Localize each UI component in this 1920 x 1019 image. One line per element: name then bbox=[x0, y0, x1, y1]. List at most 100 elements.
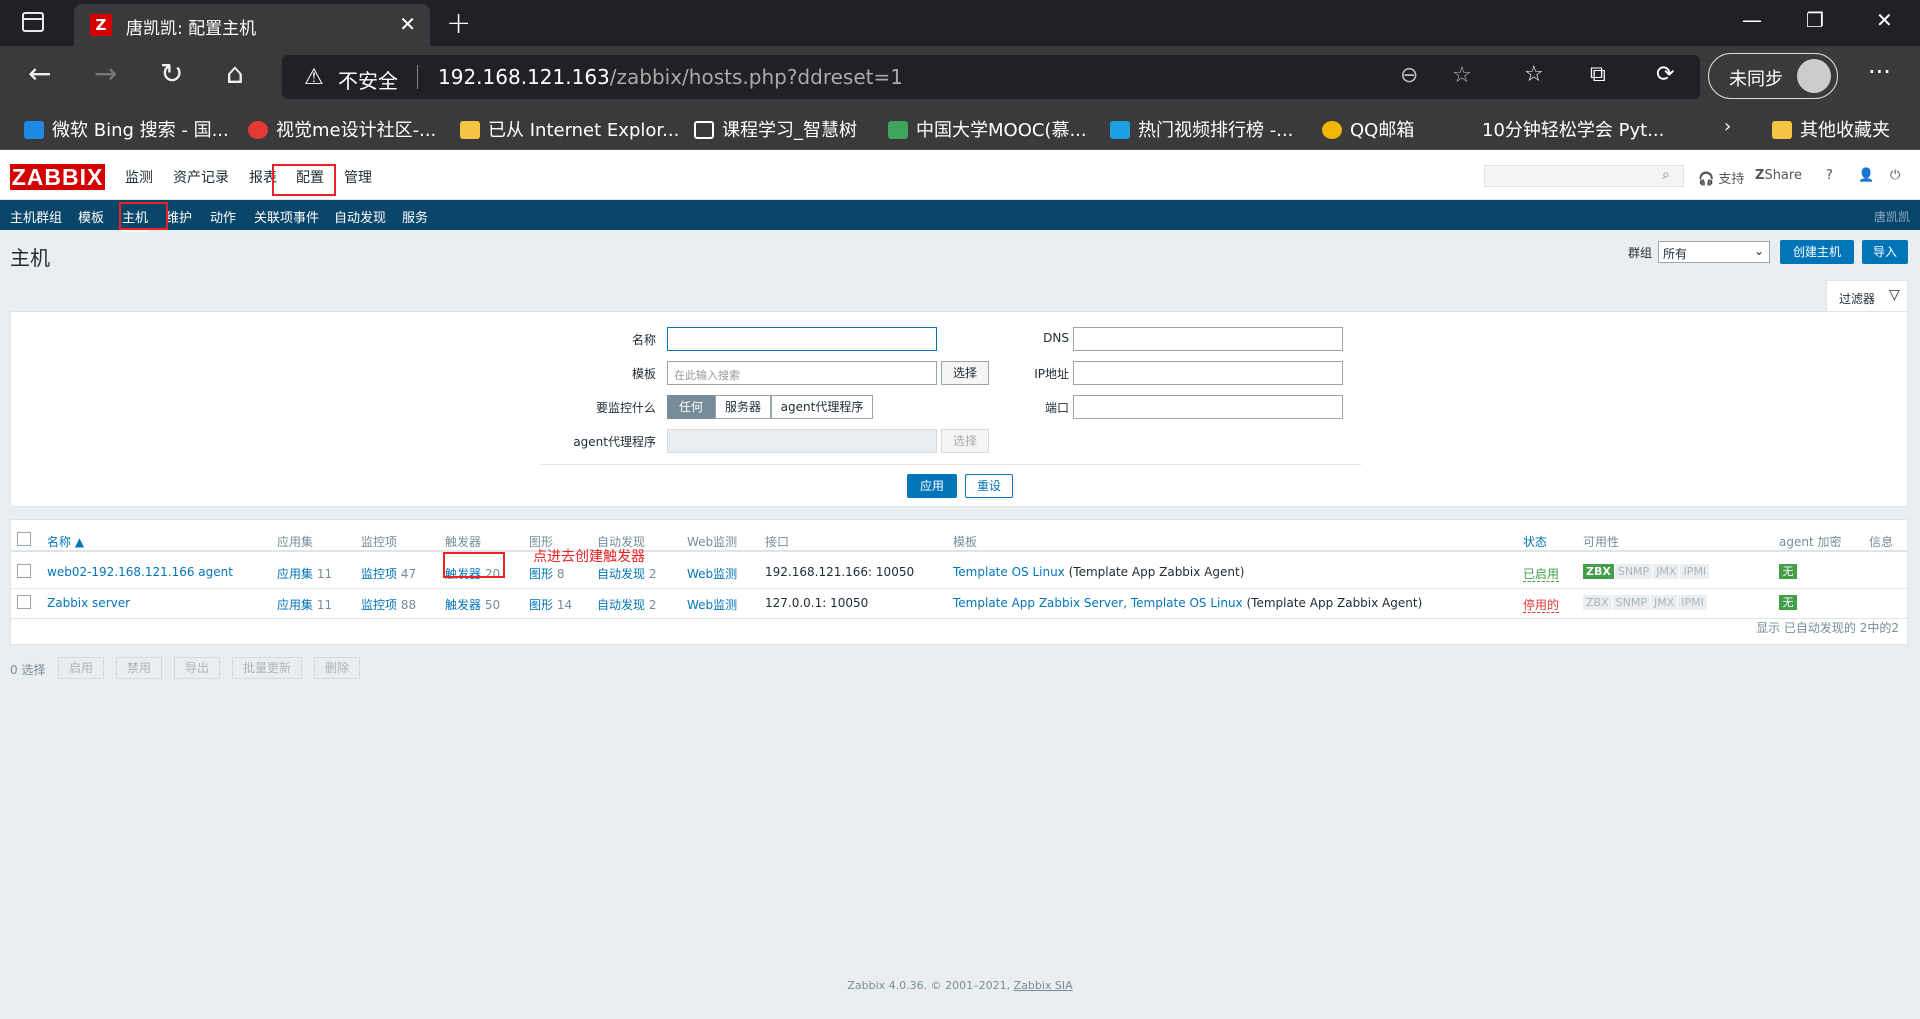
minimize-icon[interactable]: — bbox=[1742, 8, 1762, 32]
bookmark-item[interactable]: 已从 Internet Explor... bbox=[460, 116, 679, 142]
filter-name-label: 名称 bbox=[631, 333, 656, 347]
zabbix-logo[interactable]: ZABBIX bbox=[10, 164, 105, 190]
row-checkbox[interactable] bbox=[17, 595, 31, 609]
discovery-link[interactable]: 自动发现 bbox=[597, 598, 645, 612]
col-items: 监控项 bbox=[361, 535, 398, 549]
discovery-count: 2 bbox=[648, 567, 657, 581]
submenu-templates[interactable]: 模板 bbox=[78, 207, 104, 226]
bookmark-item[interactable]: 10分钟轻松学会 Pyt... bbox=[1482, 116, 1664, 142]
bookmark-item[interactable]: 中国大学MOOC(慕... bbox=[888, 116, 1087, 142]
tab-actions-icon[interactable] bbox=[22, 12, 44, 32]
monitored-by-proxy[interactable]: agent代理程序 bbox=[771, 395, 873, 419]
refresh-icon[interactable]: ↻ bbox=[160, 60, 183, 88]
home-icon[interactable]: ⌂ bbox=[226, 60, 244, 88]
help-link[interactable]: ? bbox=[1826, 168, 1833, 183]
close-window-icon[interactable]: ✕ bbox=[1876, 8, 1893, 32]
col-applications: 应用集 bbox=[277, 535, 314, 549]
menu-inventory[interactable]: 资产记录 bbox=[173, 167, 229, 187]
restore-icon[interactable]: ❐ bbox=[1806, 8, 1824, 32]
warning-icon[interactable]: ⚠ bbox=[304, 65, 324, 90]
new-tab-icon[interactable]: + bbox=[446, 6, 471, 41]
template-link[interactable]: Template App Zabbix Server, Template OS … bbox=[953, 596, 1243, 610]
select-all-checkbox[interactable] bbox=[17, 532, 31, 546]
template-link[interactable]: Template OS Linux bbox=[953, 565, 1065, 579]
close-tab-icon[interactable]: ✕ bbox=[399, 12, 416, 36]
menu-administration[interactable]: 管理 bbox=[344, 167, 372, 187]
submenu-correlation[interactable]: 关联项事件 bbox=[254, 207, 319, 226]
dns-label: DNS bbox=[1043, 331, 1069, 345]
add-favorite-icon[interactable]: ☆ bbox=[1452, 63, 1472, 88]
host-name-link[interactable]: web02-192.168.121.166 agent bbox=[47, 565, 233, 579]
more-icon[interactable]: ··· bbox=[1868, 58, 1891, 86]
zoom-icon[interactable]: ⊖ bbox=[1400, 63, 1418, 88]
availability-badges: ZBX SNMP JMX IPMI bbox=[1583, 595, 1708, 610]
port-input[interactable] bbox=[1073, 395, 1343, 419]
proxy-label: agent代理程序 bbox=[573, 435, 656, 449]
row-checkbox[interactable] bbox=[17, 564, 31, 578]
profile-sync-button[interactable]: 未同步 bbox=[1708, 53, 1838, 99]
extensions-icon[interactable]: ⟳ bbox=[1656, 62, 1674, 87]
filter-template-input[interactable]: 在此输入搜索 bbox=[667, 361, 937, 385]
bookmark-item[interactable]: 热门视频排行榜 -... bbox=[1110, 116, 1293, 142]
submenu-discovery[interactable]: 自动发现 bbox=[334, 207, 386, 226]
menu-monitoring[interactable]: 监测 bbox=[125, 167, 153, 187]
applications-link[interactable]: 应用集 bbox=[277, 567, 313, 581]
address-bar[interactable]: ⚠ 不安全 192.168.121.163/zabbix/hosts.php?d… bbox=[282, 55, 1700, 99]
web-link[interactable]: Web监测 bbox=[687, 565, 737, 582]
items-count: 88 bbox=[400, 598, 417, 612]
user-profile-icon[interactable]: 👤 bbox=[1858, 168, 1874, 183]
chevron-right-icon[interactable]: › bbox=[1724, 116, 1731, 137]
import-button[interactable]: 导入 bbox=[1862, 240, 1908, 264]
applications-link[interactable]: 应用集 bbox=[277, 598, 313, 612]
forward-icon[interactable]: → bbox=[94, 60, 117, 88]
port-label: 端口 bbox=[1044, 401, 1069, 415]
group-select[interactable]: 所有 ⌄ bbox=[1658, 241, 1770, 263]
group-label: 群组 bbox=[1628, 246, 1653, 260]
browser-tab[interactable]: Z 唐凯凯: 配置主机 ✕ bbox=[74, 4, 430, 46]
filter-name-input[interactable] bbox=[667, 327, 937, 351]
monitored-by-any[interactable]: 任何 bbox=[667, 395, 715, 419]
bookmark-label: 已从 Internet Explor... bbox=[488, 120, 680, 141]
share-link[interactable]: ZShare bbox=[1755, 168, 1802, 183]
submenu-services[interactable]: 服务 bbox=[402, 207, 428, 226]
triggers-link[interactable]: 触发器 bbox=[445, 598, 481, 612]
bookmark-item[interactable]: 微软 Bing 搜索 - 国... bbox=[24, 116, 229, 142]
submenu-maintenance[interactable]: 维护 bbox=[166, 207, 192, 226]
support-link[interactable]: 🎧 支持 bbox=[1698, 168, 1744, 187]
reset-button[interactable]: 重设 bbox=[965, 474, 1013, 498]
ip-input[interactable] bbox=[1073, 361, 1343, 385]
bookmark-item[interactable]: 其他收藏夹 bbox=[1772, 116, 1890, 142]
back-icon[interactable]: ← bbox=[28, 60, 51, 88]
graphs-link[interactable]: 图形 bbox=[529, 567, 553, 581]
submenu-host-groups[interactable]: 主机群组 bbox=[10, 207, 62, 226]
create-host-button[interactable]: 创建主机 bbox=[1780, 240, 1854, 264]
search-input[interactable] bbox=[1484, 165, 1684, 187]
apply-button[interactable]: 应用 bbox=[907, 474, 957, 498]
bookmark-item[interactable]: QQ邮箱 bbox=[1322, 116, 1414, 142]
search-icon[interactable]: ⌕ bbox=[1662, 167, 1670, 183]
url-text[interactable]: 192.168.121.163/zabbix/hosts.php?ddreset… bbox=[438, 65, 903, 89]
export-button: 导出 bbox=[174, 657, 220, 679]
submenu-actions[interactable]: 动作 bbox=[210, 207, 236, 226]
items-link[interactable]: 监控项 bbox=[361, 567, 397, 581]
discovery-link[interactable]: 自动发现 bbox=[597, 567, 645, 581]
status-toggle[interactable]: 已启用 bbox=[1523, 567, 1560, 582]
bookmark-item[interactable]: 课程学习_智慧树 bbox=[694, 116, 857, 142]
host-name-link[interactable]: Zabbix server bbox=[47, 596, 130, 610]
graphs-link[interactable]: 图形 bbox=[529, 598, 553, 612]
insecure-label[interactable]: 不安全 bbox=[338, 65, 398, 94]
dns-input[interactable] bbox=[1073, 327, 1343, 351]
favorites-icon[interactable]: ☆ bbox=[1524, 62, 1544, 87]
collections-icon[interactable]: ⧉ bbox=[1590, 62, 1606, 87]
bookmark-item[interactable]: 视觉me设计社区-... bbox=[248, 116, 436, 142]
col-status[interactable]: 状态 bbox=[1523, 533, 1547, 550]
web-link[interactable]: Web监测 bbox=[687, 596, 737, 613]
status-cell: 停用的 bbox=[1523, 596, 1560, 613]
filter-tab[interactable]: 过滤器 ▽ bbox=[1826, 280, 1908, 312]
status-toggle[interactable]: 停用的 bbox=[1523, 598, 1560, 613]
col-name[interactable]: 名称 ▲ bbox=[47, 533, 84, 550]
logout-icon[interactable]: ⏻ bbox=[1890, 168, 1900, 183]
items-link[interactable]: 监控项 bbox=[361, 598, 397, 612]
monitored-by-server[interactable]: 服务器 bbox=[715, 395, 771, 419]
footer-company-link[interactable]: Zabbix SIA bbox=[1014, 979, 1073, 992]
